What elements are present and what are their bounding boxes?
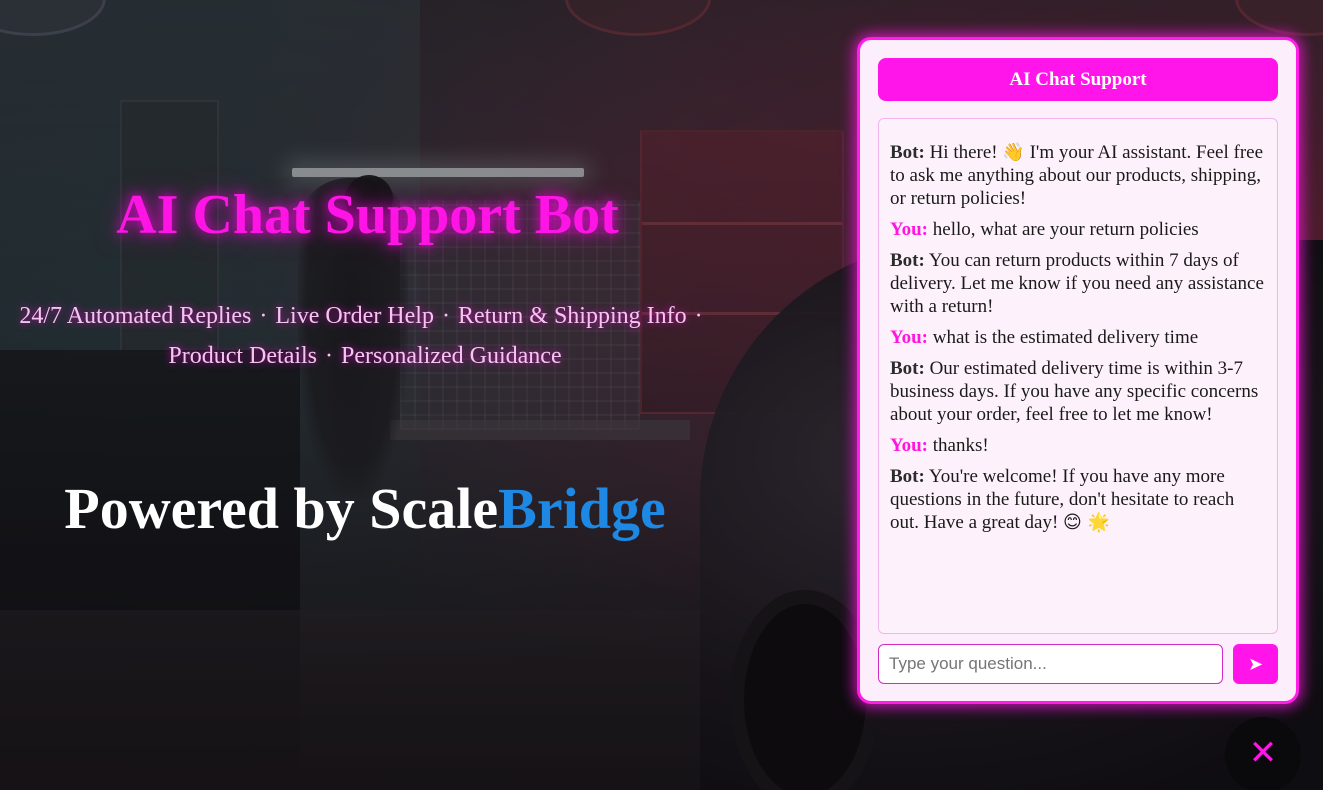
brand-name-scale: Scale	[369, 476, 499, 541]
message-text: You can return products within 7 days of…	[890, 250, 1264, 317]
feature-separator: ·	[259, 303, 268, 329]
user-message: You: hello, what are your return policie…	[890, 218, 1265, 241]
close-chat-button[interactable]: ✕	[1225, 717, 1301, 790]
feature-separator: ·	[325, 343, 334, 369]
feature-separator: ·	[441, 303, 450, 329]
wave-emoji-icon: 👋	[1002, 142, 1025, 163]
user-label: You:	[890, 327, 929, 348]
feature-item: Return & Shipping Info	[457, 303, 687, 329]
page: AI Chat Support Bot 24/7 Automated Repli…	[0, 0, 1323, 790]
bot-message: Bot: Our estimated delivery time is with…	[890, 357, 1265, 426]
chat-header-title: AI Chat Support	[878, 58, 1278, 101]
feature-item: Live Order Help	[275, 303, 434, 329]
smile-star-emoji-icon: 😊 🌟	[1063, 512, 1110, 533]
powered-prefix: Powered by	[64, 476, 370, 541]
bot-label: Bot:	[890, 142, 925, 163]
user-label: You:	[890, 219, 929, 240]
send-button[interactable]: ➤	[1233, 644, 1278, 684]
message-text: what is the estimated delivery time	[932, 327, 1199, 348]
bot-message: Bot: You can return products within 7 da…	[890, 249, 1265, 318]
hero-title: AI Chat Support Bot	[116, 184, 619, 246]
bot-label: Bot:	[890, 250, 925, 271]
feature-item: 24/7 Automated Replies	[19, 303, 252, 329]
user-message: You: thanks!	[890, 434, 1265, 457]
user-label: You:	[890, 435, 929, 456]
feature-list: 24/7 Automated Replies · Live Order Help · R…	[0, 296, 730, 376]
message-list[interactable]: Bot: Hi there! 👋 I'm your AI assistant. …	[878, 118, 1278, 634]
bot-label: Bot:	[890, 466, 925, 487]
message-text: thanks!	[932, 435, 989, 456]
chat-input-row: ➤	[878, 644, 1280, 686]
brand-name-bridge: Bridge	[498, 476, 666, 541]
message-text: Our estimated delivery time is within 3-…	[890, 358, 1259, 425]
bot-message: Bot: You're welcome! If you have any mor…	[890, 465, 1265, 534]
close-icon: ✕	[1248, 733, 1278, 773]
feature-item: Personalized Guidance	[341, 343, 562, 369]
bot-message: Bot: Hi there! 👋 I'm your AI assistant. …	[890, 141, 1265, 210]
feature-separator: ·	[694, 303, 703, 329]
chat-widget: AI Chat Support Bot: Hi there! 👋 I'm you…	[857, 37, 1299, 704]
bot-label: Bot:	[890, 358, 925, 379]
message-text: hello, what are your return policies	[932, 219, 1199, 240]
feature-item: Product Details	[168, 343, 318, 369]
powered-by-text: Powered by ScaleBridge	[0, 474, 730, 544]
user-message: You: what is the estimated delivery time	[890, 326, 1265, 349]
question-input[interactable]	[878, 644, 1223, 684]
message-text: Hi there!	[929, 142, 1003, 163]
feature-line-2: Product Details · Personalized Guidance	[0, 336, 730, 376]
feature-line-1: 24/7 Automated Replies · Live Order Help · R…	[0, 296, 730, 336]
send-arrow-icon: ➤	[1247, 653, 1264, 675]
